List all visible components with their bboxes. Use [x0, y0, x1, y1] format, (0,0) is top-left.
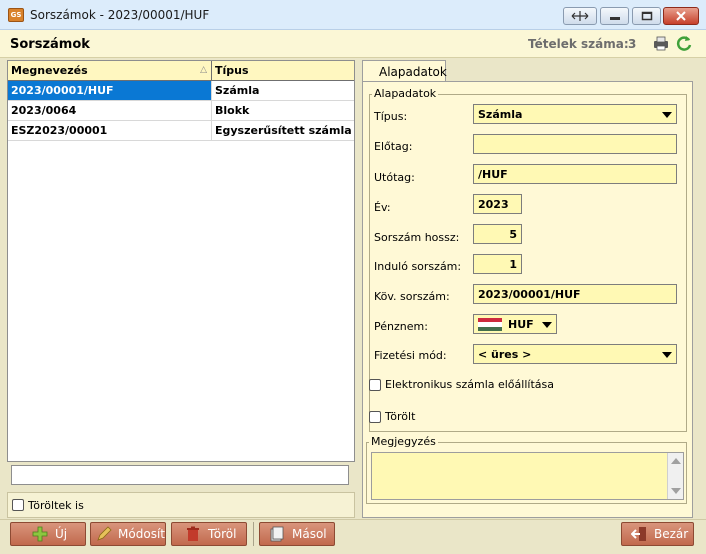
notes-label: Megjegyzés	[369, 435, 438, 448]
show-deleted-row: Töröltek is	[7, 492, 355, 518]
plus-icon	[32, 526, 48, 542]
title-bar[interactable]: GS Sorszámok - 2023/00001/HUF	[0, 0, 706, 30]
grid-header: Megnevezés △ Típus	[8, 61, 354, 81]
tab-alapadatok[interactable]: Alapadatok	[362, 60, 447, 82]
show-deleted-checkbox[interactable]	[12, 499, 24, 511]
notes-group: Megjegyzés	[366, 435, 687, 504]
chevron-down-icon	[662, 112, 672, 118]
minimize-icon	[609, 17, 620, 20]
close-button[interactable]: Bezár	[621, 522, 694, 546]
numbering-grid[interactable]: Megnevezés △ Típus 2023/00001/HUF Számla…	[7, 60, 355, 462]
edit-button[interactable]: Módosít	[90, 522, 166, 546]
suffix-label: Utótag:	[374, 171, 415, 184]
length-label: Sorszám hossz:	[374, 231, 460, 244]
einvoice-checkbox[interactable]	[369, 379, 381, 391]
prefix-field[interactable]	[473, 134, 677, 154]
maximize-button[interactable]	[632, 7, 661, 25]
next-number-label: Köv. sorszám:	[374, 290, 450, 303]
suffix-field[interactable]: /HUF	[473, 164, 677, 184]
currency-label: Pénznem:	[374, 320, 428, 333]
prefix-label: Előtag:	[374, 140, 413, 153]
currency-select[interactable]: HUF	[473, 314, 557, 334]
table-row[interactable]: 2023/0064 Blokk	[8, 101, 354, 121]
page-title: Sorszámok	[10, 37, 90, 52]
row-name: ESZ2023/00001	[8, 121, 212, 140]
row-type: Blokk	[215, 104, 250, 117]
next-number-field[interactable]: 2023/00001/HUF	[473, 284, 677, 304]
table-row[interactable]: ESZ2023/00001 Egyszerűsített számla	[8, 121, 354, 141]
chevron-down-icon	[662, 352, 672, 358]
header-band: Sorszámok Tételek száma: 3	[0, 30, 706, 58]
table-row[interactable]: 2023/00001/HUF Számla	[8, 81, 354, 101]
payment-method-select[interactable]: < üres >	[473, 344, 677, 364]
filter-input[interactable]	[11, 465, 349, 485]
details-panel: Alapadatok Típus: Számla Előtag: Utótag:…	[362, 81, 693, 518]
scroll-down-icon[interactable]	[671, 488, 681, 494]
refresh-icon[interactable]	[675, 34, 693, 52]
notes-textarea[interactable]	[371, 452, 684, 500]
trash-icon	[187, 526, 199, 541]
chevron-down-icon	[542, 322, 552, 328]
copy-button[interactable]: Másol	[259, 522, 335, 546]
delete-button[interactable]: Töröl	[171, 522, 247, 546]
deleted-checkbox[interactable]	[369, 411, 381, 423]
copy-icon	[270, 526, 284, 542]
year-field[interactable]: 2023	[473, 194, 522, 214]
row-type: Számla	[215, 84, 260, 97]
close-window-button[interactable]	[663, 7, 699, 25]
sort-asc-icon: △	[200, 65, 207, 75]
item-count-value: 3	[628, 37, 637, 51]
maximize-icon	[641, 11, 652, 21]
deleted-label: Törölt	[385, 410, 416, 423]
einvoice-label: Elektronikus számla előállítása	[385, 378, 554, 391]
item-count-label: Tételek száma:	[528, 37, 629, 51]
row-name: 2023/0064	[8, 101, 212, 120]
notes-scrollbar[interactable]	[667, 453, 683, 499]
row-type: Egyszerűsített számla	[215, 124, 352, 137]
type-label: Típus:	[374, 110, 408, 123]
move-button[interactable]	[563, 7, 597, 25]
year-label: Év:	[374, 201, 391, 214]
minimize-button[interactable]	[600, 7, 629, 25]
show-deleted-label: Töröltek is	[28, 499, 84, 512]
move-arrows-icon	[571, 11, 589, 21]
payment-method-label: Fizetési mód:	[374, 349, 447, 362]
pencil-icon	[96, 526, 112, 541]
app-icon: GS	[8, 8, 24, 22]
window-title: Sorszámok - 2023/00001/HUF	[30, 8, 210, 22]
new-button[interactable]: Új	[10, 522, 86, 546]
toolbar-separator	[253, 522, 254, 546]
hungary-flag-icon	[478, 318, 502, 331]
type-select[interactable]: Számla	[473, 104, 677, 124]
row-name: 2023/00001/HUF	[8, 81, 212, 100]
group-title: Alapadatok	[372, 87, 439, 100]
length-field[interactable]: 5	[473, 224, 522, 244]
column-header-type[interactable]: Típus	[212, 61, 354, 80]
exit-icon	[631, 527, 646, 541]
start-number-field[interactable]: 1	[473, 254, 522, 274]
close-icon	[676, 11, 686, 21]
print-icon[interactable]	[652, 34, 670, 52]
column-header-name[interactable]: Megnevezés △	[8, 61, 212, 80]
scroll-up-icon[interactable]	[671, 458, 681, 464]
start-number-label: Induló sorszám:	[374, 260, 462, 273]
